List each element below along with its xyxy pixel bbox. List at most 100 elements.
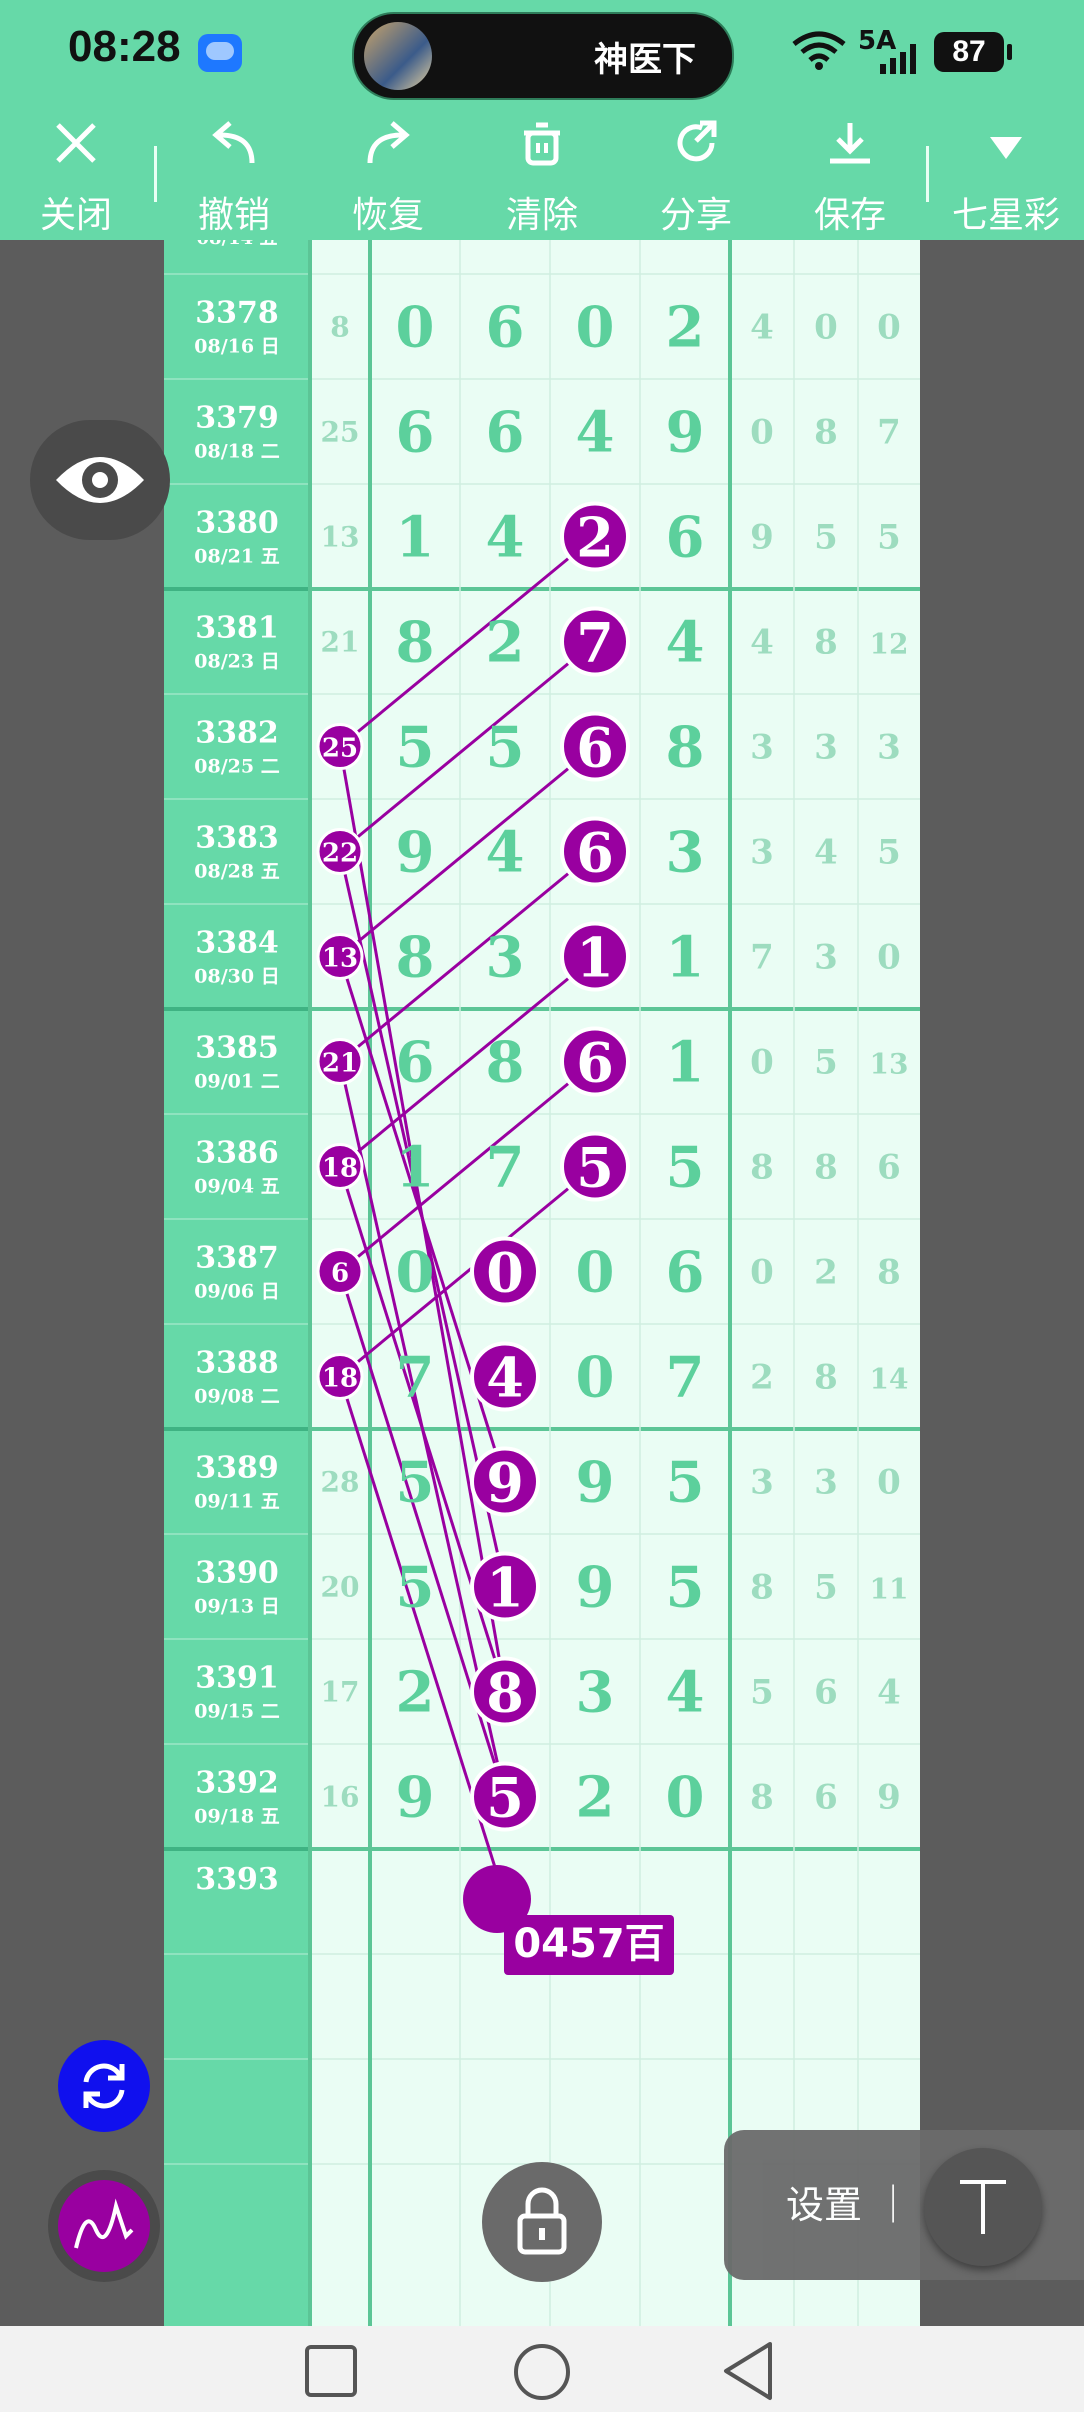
clear-button[interactable]: 清除 xyxy=(472,118,612,238)
digit-cell: 0 xyxy=(396,295,435,361)
digit-cell: 4 xyxy=(576,400,615,466)
period-number: 3380 xyxy=(195,506,279,541)
save-label: 保存 xyxy=(813,195,886,236)
clear-label: 清除 xyxy=(505,195,578,236)
period-number: 3383 xyxy=(195,821,279,856)
stat-cell: 0 xyxy=(814,308,838,348)
trend-chart[interactable]: 08/14 五337808/16 日80602400337908/18 二256… xyxy=(164,240,920,2326)
stat-cell: 5 xyxy=(877,833,901,873)
eye-toggle-button[interactable] xyxy=(30,420,170,540)
recent-apps-icon[interactable] xyxy=(304,2344,358,2398)
digit-cell: 4 xyxy=(486,1346,524,1410)
digit-cell: 0 xyxy=(576,1240,615,1306)
sum-value: 22 xyxy=(322,839,358,869)
digit-cell: 0 xyxy=(576,295,615,361)
period-date: 09/18 五 xyxy=(194,1806,279,1828)
sum-value: 25 xyxy=(322,734,358,764)
stat-cell: 3 xyxy=(814,728,838,768)
period-number: 3393 xyxy=(195,1862,279,1897)
period-number: 3384 xyxy=(195,926,279,961)
close-icon xyxy=(6,118,146,190)
stat-cell: 0 xyxy=(877,938,901,978)
lottery-type-dropdown[interactable]: 七星彩 xyxy=(936,118,1076,238)
digit-cell: 5 xyxy=(486,1766,524,1830)
digit-cell: 6 xyxy=(396,1030,435,1096)
save-button[interactable]: 保存 xyxy=(780,118,920,238)
battery-icon: 87 xyxy=(934,32,1012,72)
period-date: 08/23 日 xyxy=(194,651,279,673)
digit-cell: 8 xyxy=(396,925,435,991)
sum-value: 21 xyxy=(321,626,360,659)
pen-button[interactable] xyxy=(48,2170,160,2282)
close-button[interactable]: 关闭 xyxy=(6,118,146,238)
stat-cell: 5 xyxy=(877,518,901,558)
digit-cell: 7 xyxy=(666,1345,705,1411)
digit-cell: 1 xyxy=(576,926,614,990)
period-date: 09/04 五 xyxy=(194,1176,279,1198)
stat-cell: 9 xyxy=(750,518,774,558)
stat-cell: 3 xyxy=(877,728,901,768)
digit-cell: 3 xyxy=(486,925,525,991)
digit-cell: 9 xyxy=(396,1765,435,1831)
period-number: 3387 xyxy=(195,1241,279,1276)
digit-cell: 5 xyxy=(486,715,525,781)
digit-cell: 1 xyxy=(486,1556,524,1620)
digit-cell: 5 xyxy=(666,1555,705,1621)
share-button[interactable]: 分享 xyxy=(626,118,766,238)
stat-cell: 11 xyxy=(870,1573,909,1606)
digit-cell: 2 xyxy=(666,295,705,361)
dynamic-island-notification[interactable]: 神医下 xyxy=(352,12,734,100)
text-tool-button[interactable] xyxy=(924,2148,1042,2266)
stat-cell: 6 xyxy=(877,1148,901,1188)
period-number: 3379 xyxy=(195,401,279,436)
settings-label[interactable]: 设置 ｜ xyxy=(786,2174,912,2229)
stat-cell: 8 xyxy=(814,623,838,663)
period-number: 3385 xyxy=(195,1031,279,1066)
digit-cell: 8 xyxy=(396,610,435,676)
refresh-button[interactable] xyxy=(58,2040,150,2132)
stat-cell: 5 xyxy=(814,518,838,558)
stat-cell: 9 xyxy=(877,1778,901,1818)
digit-cell: 5 xyxy=(396,715,435,781)
period-date: 09/06 日 xyxy=(194,1281,279,1303)
redo-button[interactable]: 恢复 xyxy=(318,118,458,238)
digit-cell: 6 xyxy=(396,400,435,466)
stat-cell: 7 xyxy=(877,413,901,453)
stat-cell: 0 xyxy=(750,1253,774,1293)
top-bar: 08:28 神医下 5A 87 关闭 撤销 恢复 清除 分享 保存 七星彩 xyxy=(0,0,1084,240)
signal-icon xyxy=(880,44,924,78)
digit-cell: 5 xyxy=(666,1450,705,1516)
toolbar-divider xyxy=(926,146,929,202)
stat-cell: 12 xyxy=(870,628,909,661)
trend-chart-svg[interactable]: 08/14 五337808/16 日80602400337908/18 二256… xyxy=(164,240,920,2326)
digit-cell: 8 xyxy=(666,715,705,781)
sum-value: 25 xyxy=(321,416,360,449)
share-icon xyxy=(626,118,766,190)
period-number: 3382 xyxy=(195,716,279,751)
period-date: 09/08 二 xyxy=(194,1386,279,1408)
stat-cell: 8 xyxy=(814,413,838,453)
chat-icon xyxy=(198,34,242,72)
stat-cell: 3 xyxy=(750,1463,774,1503)
stat-cell: 8 xyxy=(750,1568,774,1608)
digit-cell: 2 xyxy=(486,610,525,676)
period-number: 3386 xyxy=(195,1136,279,1171)
digit-cell: 7 xyxy=(396,1345,435,1411)
sum-value: 16 xyxy=(321,1781,360,1814)
digit-cell: 6 xyxy=(576,1031,614,1095)
undo-button[interactable]: 撤销 xyxy=(164,118,304,238)
lock-icon xyxy=(517,2187,567,2255)
trash-icon xyxy=(472,118,612,190)
period-date: 08/28 五 xyxy=(194,861,279,883)
period-number: 3392 xyxy=(195,1766,279,1801)
digit-cell: 4 xyxy=(666,1660,705,1726)
stat-cell: 4 xyxy=(750,308,774,348)
digit-cell: 1 xyxy=(666,1030,705,1096)
digit-cell: 9 xyxy=(576,1450,615,1516)
stat-cell: 8 xyxy=(750,1148,774,1188)
digit-cell: 4 xyxy=(486,820,525,886)
back-icon[interactable] xyxy=(720,2340,776,2402)
lock-button[interactable] xyxy=(482,2162,602,2282)
home-icon[interactable] xyxy=(512,2342,572,2402)
stat-cell: 5 xyxy=(814,1043,838,1083)
